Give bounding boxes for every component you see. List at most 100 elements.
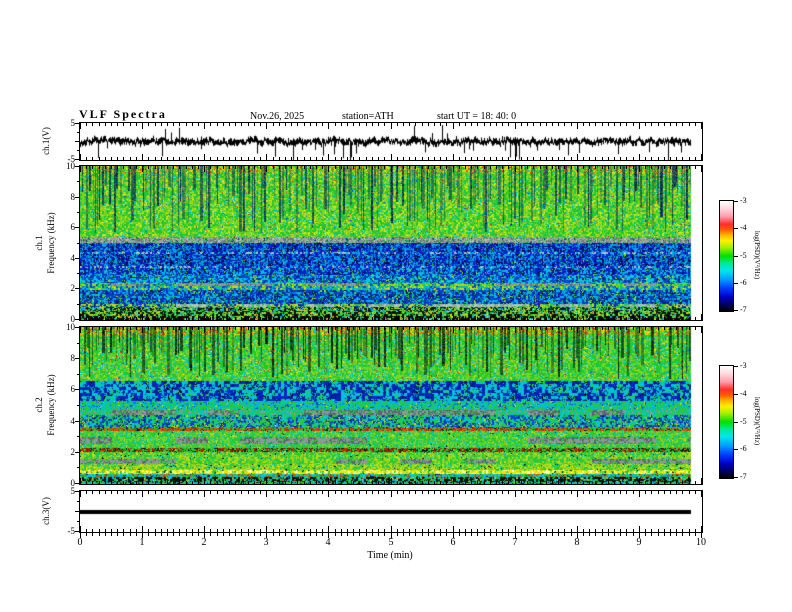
x-axis-outer-tick xyxy=(372,533,373,536)
x-tick xyxy=(552,529,553,532)
x-tick xyxy=(533,166,534,169)
x-axis-outer-tick xyxy=(595,533,596,536)
x-tick xyxy=(508,481,509,484)
x-tick xyxy=(658,327,659,330)
ch1-spect-ylabel-channel: ch.1 xyxy=(34,235,44,251)
x-axis-outer-tick xyxy=(173,533,174,536)
x-tick xyxy=(695,317,696,320)
x-tick xyxy=(297,481,298,484)
x-tick xyxy=(217,481,218,484)
x-tick xyxy=(682,529,683,532)
x-tick xyxy=(496,327,497,330)
x-tick xyxy=(558,481,559,484)
x-tick xyxy=(347,529,348,532)
x-tick xyxy=(179,491,180,494)
x-tick xyxy=(527,491,528,494)
x-axis-outer-tick xyxy=(459,533,460,536)
x-tick xyxy=(186,317,187,320)
x-tick xyxy=(633,529,634,532)
x-tick xyxy=(204,154,205,160)
x-tick xyxy=(490,166,491,169)
x-tick xyxy=(161,327,162,330)
ch2-spect-ylabel-frequency: Frequency (kHz) xyxy=(46,374,56,436)
x-tick xyxy=(130,481,131,484)
x-tick xyxy=(155,123,156,126)
x-tick xyxy=(589,481,590,484)
colorbar-tick-label: -7 xyxy=(740,472,747,481)
x-axis-outer-tick xyxy=(273,533,274,536)
y-tick xyxy=(75,389,79,390)
x-tick xyxy=(459,157,460,160)
y-tick-label: 0 xyxy=(70,478,76,488)
x-tick xyxy=(384,481,385,484)
x-tick xyxy=(359,157,360,160)
x-axis-outer-tick xyxy=(670,533,671,536)
x-tick xyxy=(546,481,547,484)
x-tick xyxy=(266,154,267,160)
x-tick xyxy=(304,123,305,126)
colorbar-tick-label: -3 xyxy=(740,196,747,205)
x-tick xyxy=(204,166,205,172)
x-tick xyxy=(533,491,534,494)
x-tick xyxy=(254,166,255,169)
x-tick xyxy=(440,166,441,169)
x-tick xyxy=(626,529,627,532)
x-tick xyxy=(341,123,342,126)
x-tick xyxy=(515,154,516,160)
x-tick xyxy=(490,317,491,320)
x-tick xyxy=(552,166,553,169)
x-tick xyxy=(670,529,671,532)
x-tick xyxy=(409,327,410,330)
x-tick xyxy=(428,327,429,330)
x-axis-outer-tick xyxy=(130,533,131,536)
x-axis-outer-tick xyxy=(148,533,149,536)
x-tick xyxy=(248,327,249,330)
x-tick xyxy=(148,327,149,330)
x-tick xyxy=(689,166,690,169)
x-tick xyxy=(273,123,274,126)
x-tick xyxy=(192,481,193,484)
x-tick xyxy=(142,314,143,320)
x-tick xyxy=(341,166,342,169)
x-tick xyxy=(310,481,311,484)
x-tick xyxy=(260,491,261,494)
y-tick-label: 8 xyxy=(70,353,76,363)
x-tick xyxy=(689,327,690,330)
x-tick xyxy=(651,157,652,160)
x-tick xyxy=(241,123,242,126)
x-tick xyxy=(273,481,274,484)
x-axis-outer-tick xyxy=(279,533,280,536)
x-tick xyxy=(490,327,491,330)
x-tick xyxy=(148,481,149,484)
x-tick xyxy=(552,157,553,160)
x-tick xyxy=(682,317,683,320)
x-tick xyxy=(595,481,596,484)
x-tick xyxy=(695,157,696,160)
x-tick xyxy=(316,481,317,484)
x-tick xyxy=(304,327,305,330)
x-axis-outer-tick xyxy=(123,533,124,536)
x-tick xyxy=(446,529,447,532)
x-tick xyxy=(372,317,373,320)
x-tick xyxy=(111,491,112,494)
x-tick xyxy=(689,481,690,484)
x-tick xyxy=(558,123,559,126)
ch2-spect-ylabel-channel: ch.2 xyxy=(34,397,44,413)
x-tick xyxy=(633,481,634,484)
x-tick xyxy=(670,157,671,160)
x-tick xyxy=(279,327,280,330)
x-tick xyxy=(422,491,423,494)
x-tick xyxy=(484,491,485,494)
x-tick xyxy=(210,317,211,320)
x-tick xyxy=(210,166,211,169)
y-tick xyxy=(75,258,79,259)
x-tick xyxy=(229,529,230,532)
x-tick xyxy=(645,157,646,160)
x-tick xyxy=(508,529,509,532)
x-tick xyxy=(117,317,118,320)
x-tick xyxy=(254,481,255,484)
x-tick xyxy=(198,491,199,494)
x-tick xyxy=(651,327,652,330)
ch2-spectrogram-canvas xyxy=(80,327,702,484)
x-axis-outer-tick xyxy=(496,533,497,536)
